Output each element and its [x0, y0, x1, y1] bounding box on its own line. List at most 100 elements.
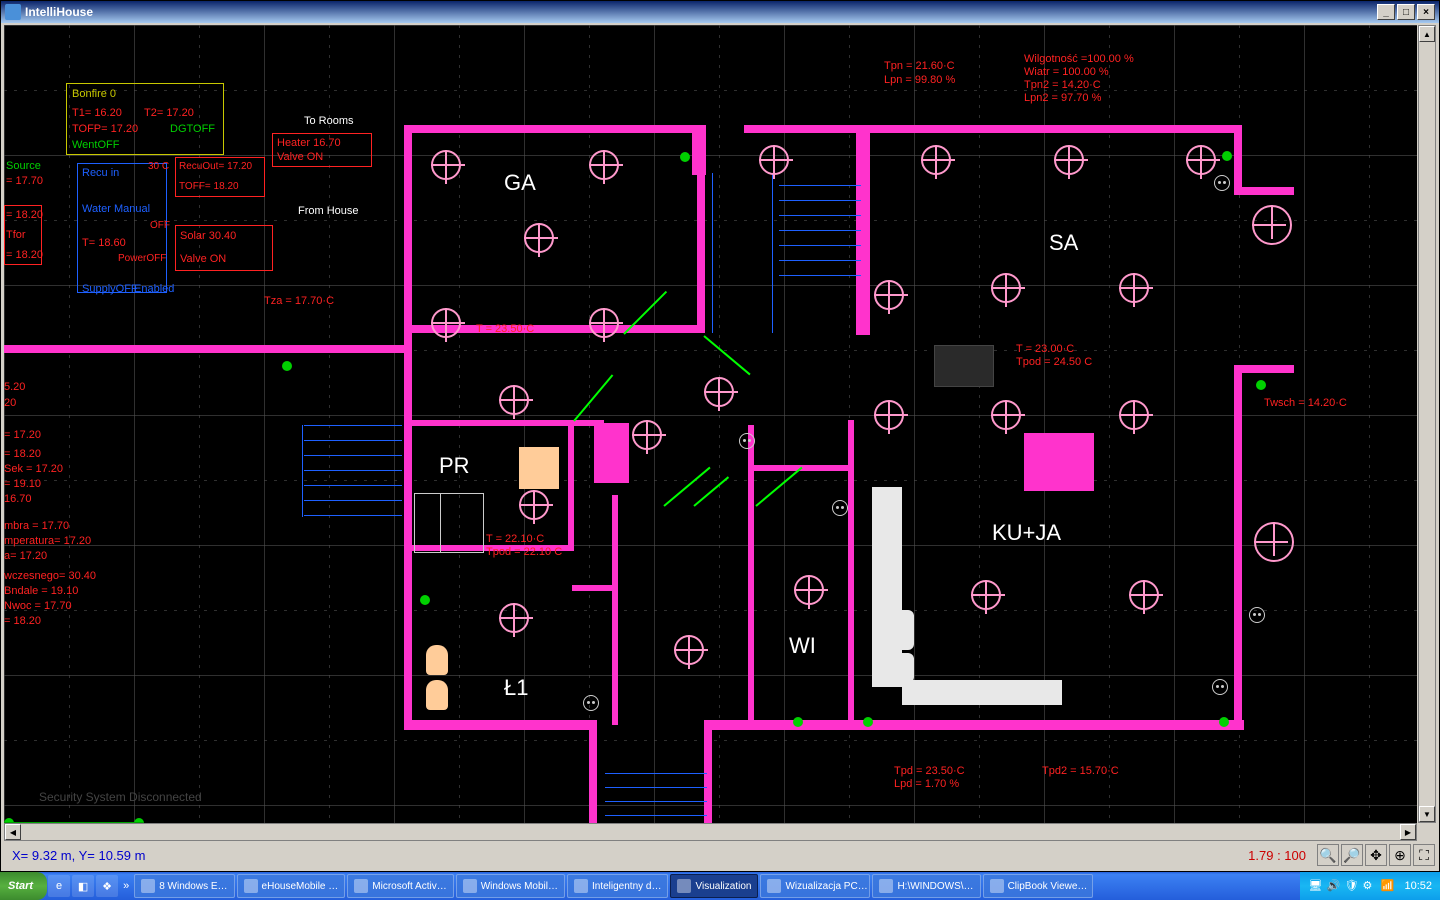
quicklaunch-desktop-icon[interactable]: ◧	[72, 875, 94, 897]
counter	[902, 680, 1062, 705]
label: Tfor	[6, 229, 26, 241]
chevron-right-icon[interactable]: »	[119, 880, 133, 892]
wall	[692, 125, 706, 175]
stairs	[779, 245, 861, 246]
lamp-icon	[794, 575, 824, 605]
app-icon	[574, 879, 588, 893]
task-label: 8 Windows E…	[159, 881, 227, 892]
quicklaunch-app-icon[interactable]: ❖	[96, 875, 118, 897]
fit-button[interactable]: ⛶	[1413, 844, 1435, 866]
taskbar-item[interactable]: ClipBook Viewe…	[983, 874, 1093, 898]
label: Bonfire 0	[72, 88, 116, 100]
stairs	[712, 173, 713, 333]
label: Nwoc = 17.70	[4, 600, 72, 612]
taskbar-item[interactable]: Microsoft Activ…	[347, 874, 453, 898]
horizontal-scrollbar[interactable]: ◀ ▶	[4, 823, 1417, 841]
stairs	[779, 275, 861, 276]
floorplan-canvas[interactable]: GA SA PR Ł1 WI KU+JA Tpn = 21.60·C Lpn =…	[4, 25, 1417, 823]
label: = 19.10	[4, 478, 41, 490]
rect	[440, 493, 484, 553]
minimize-button[interactable]: _	[1377, 4, 1395, 20]
label: OFF	[150, 220, 170, 231]
zoom-ratio: 1.79 : 100	[1248, 848, 1316, 863]
close-button[interactable]: ×	[1417, 4, 1435, 20]
lamp-icon	[1186, 145, 1216, 175]
reading: Tpn2 = 14.20·C	[1024, 79, 1101, 91]
task-label: Visualization	[695, 881, 751, 892]
socket-icon	[1249, 607, 1265, 623]
label: = 18.20	[6, 249, 43, 261]
titlebar[interactable]: IntelliHouse _ □ ×	[1, 1, 1439, 23]
furniture	[519, 447, 559, 489]
lamp-icon	[499, 603, 529, 633]
stairs	[779, 185, 861, 186]
taskbar-item[interactable]: eHouseMobile …	[237, 874, 346, 898]
wall	[612, 495, 618, 725]
taskbar-item[interactable]: Visualization	[670, 874, 758, 898]
clock[interactable]: 10:52	[1404, 880, 1432, 892]
door	[663, 467, 710, 507]
quicklaunch-ie-icon[interactable]: e	[48, 875, 70, 897]
taskbar-item[interactable]: Wizualizacja PC…	[760, 874, 870, 898]
zoom-out-button[interactable]: 🔎	[1341, 844, 1363, 866]
taskbar-item[interactable]: H:\WINDOWS\…	[872, 874, 980, 898]
room-label: SA	[1049, 230, 1078, 256]
lamp-icon	[1054, 145, 1084, 175]
system-tray[interactable]: 🖥 🔊 🛡 ⚙ 📶 10:52	[1300, 872, 1440, 900]
lamp-icon	[921, 145, 951, 175]
label: Source	[6, 160, 41, 172]
tray-icon[interactable]: 🛡	[1344, 879, 1358, 893]
sensor-icon	[282, 361, 292, 371]
maximize-button[interactable]: □	[1397, 4, 1415, 20]
sensor-icon	[1219, 717, 1229, 727]
lamp-icon	[1252, 205, 1292, 245]
stairs	[605, 773, 707, 774]
scroll-right-button[interactable]: ▶	[1400, 824, 1416, 840]
taskbar[interactable]: Start e ◧ ❖ » 8 Windows E… eHouseMobile ……	[0, 872, 1440, 900]
stairs	[779, 260, 861, 261]
socket-icon	[583, 695, 599, 711]
crosshair-button[interactable]: ⊕	[1389, 844, 1411, 866]
toilet	[426, 680, 448, 710]
stairs	[605, 787, 707, 788]
taskbar-item[interactable]: 8 Windows E…	[134, 874, 234, 898]
socket-icon	[1214, 175, 1230, 191]
reading: T = 23.00·C	[1016, 343, 1074, 355]
taskbar-item[interactable]: Inteligentny d…	[567, 874, 669, 898]
taskbar-item[interactable]: Windows Mobil…	[456, 874, 565, 898]
label: TOFF= 18.20	[179, 181, 239, 192]
wall	[572, 585, 616, 591]
stairs	[605, 801, 707, 802]
wall	[704, 720, 712, 823]
stairs	[304, 470, 402, 471]
label: Valve ON	[180, 253, 226, 265]
label: WentOFF	[72, 139, 119, 151]
wall	[1234, 365, 1242, 725]
label: Sek = 17.20	[4, 463, 63, 475]
label: RecuOut= 17.20	[179, 161, 252, 172]
wall	[568, 420, 574, 550]
scroll-down-button[interactable]: ▼	[1419, 806, 1435, 822]
tray-icon[interactable]: 🖥	[1308, 879, 1322, 893]
start-button[interactable]: Start	[0, 872, 47, 900]
label: From House	[298, 205, 359, 217]
furniture	[1024, 433, 1094, 491]
scroll-left-button[interactable]: ◀	[5, 824, 21, 840]
counter	[872, 610, 914, 650]
status-text: Security System Disconnected	[39, 790, 202, 804]
lamp-icon	[759, 145, 789, 175]
app-icon	[879, 879, 893, 893]
stairs	[772, 173, 773, 333]
tray-icon[interactable]: 📶	[1380, 879, 1394, 893]
pan-button[interactable]: ✥	[1365, 844, 1387, 866]
stairs	[779, 200, 861, 201]
scroll-up-button[interactable]: ▲	[1419, 26, 1435, 42]
zoom-in-button[interactable]: 🔍	[1317, 844, 1339, 866]
vertical-scrollbar[interactable]: ▲ ▼	[1418, 25, 1436, 823]
lamp-icon	[971, 580, 1001, 610]
task-label: Windows Mobil…	[481, 881, 558, 892]
reading: Tpd = 23.50·C	[894, 765, 965, 777]
tray-icon[interactable]: ⚙	[1362, 879, 1376, 893]
tray-icon[interactable]: 🔊	[1326, 879, 1340, 893]
wall	[856, 125, 1236, 133]
